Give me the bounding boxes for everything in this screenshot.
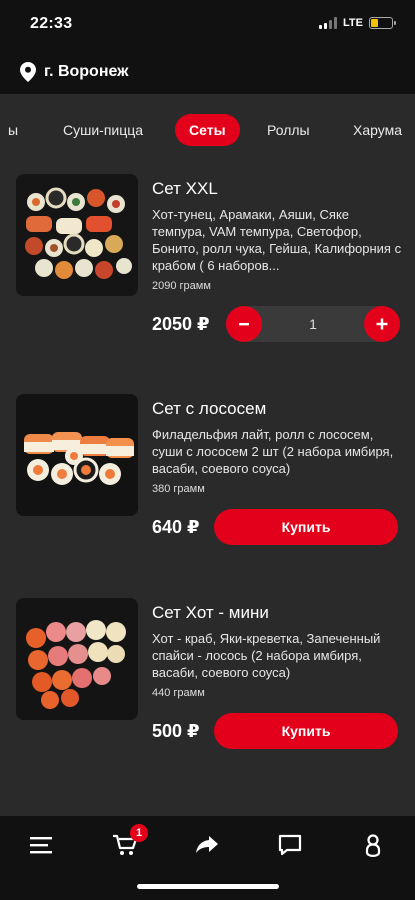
product-description: Филадельфия лайт, ролл с лососем, суши с… bbox=[152, 427, 394, 476]
product-price: 500 ₽ bbox=[152, 720, 200, 741]
decrease-button[interactable] bbox=[226, 306, 262, 342]
quantity-stepper: 1 bbox=[226, 306, 400, 342]
tab-previous[interactable]: ы bbox=[8, 114, 18, 146]
tab-sets[interactable]: Сеты bbox=[175, 114, 240, 146]
nav-share[interactable] bbox=[190, 830, 224, 860]
purchase-row: 640 ₽ Купить bbox=[152, 509, 402, 545]
status-bar: 22:33 LTE bbox=[0, 0, 415, 50]
purchase-row: 2050 ₽ 1 bbox=[152, 306, 402, 342]
increase-button[interactable] bbox=[364, 306, 400, 342]
product-weight: 2090 грамм bbox=[152, 280, 211, 292]
main-content[interactable]: ы Суши-пицца Сеты Роллы Харума Сет XXL Х… bbox=[0, 94, 415, 816]
purchase-row: 500 ₽ Купить bbox=[152, 713, 402, 749]
product-title: Сет XXL bbox=[152, 179, 218, 198]
share-icon bbox=[196, 836, 218, 853]
nav-menu[interactable] bbox=[24, 830, 58, 860]
home-indicator bbox=[137, 884, 279, 889]
nav-chat[interactable] bbox=[273, 830, 307, 860]
profile-icon bbox=[365, 834, 381, 858]
product-image[interactable] bbox=[16, 598, 138, 720]
product-title: Сет с лососем bbox=[152, 399, 267, 418]
tab-rolls[interactable]: Роллы bbox=[267, 114, 310, 146]
category-tabs: ы Суши-пицца Сеты Роллы Харума bbox=[0, 114, 415, 146]
product-image[interactable] bbox=[16, 394, 138, 516]
product-weight: 380 грамм bbox=[152, 483, 205, 495]
nav-profile[interactable] bbox=[356, 830, 390, 860]
battery-icon bbox=[369, 17, 396, 29]
cart-badge: 1 bbox=[130, 824, 148, 842]
product-description: Хот-тунец, Арамаки, Аяши, Сяке темпура, … bbox=[152, 207, 402, 273]
plus-icon bbox=[376, 318, 388, 330]
quantity-value: 1 bbox=[309, 316, 317, 332]
product-info: Сет с лососем Филадельфия лайт, ролл с л… bbox=[152, 394, 402, 545]
city-name: г. Воронеж bbox=[44, 63, 129, 80]
product-info: Сет XXL Хот-тунец, Арамаки, Аяши, Сяке т… bbox=[152, 174, 402, 342]
buy-button[interactable]: Купить bbox=[214, 509, 398, 545]
product-weight: 440 грамм bbox=[152, 687, 205, 699]
product-price: 2050 ₽ bbox=[152, 313, 210, 334]
nav-cart[interactable]: 1 bbox=[108, 824, 148, 860]
product-title: Сет Хот - мини bbox=[152, 603, 269, 622]
buy-button[interactable]: Купить bbox=[214, 713, 398, 749]
product-image[interactable] bbox=[16, 174, 138, 296]
tab-sushi-pizza[interactable]: Суши-пицца bbox=[63, 114, 143, 146]
network-label: LTE bbox=[343, 17, 363, 29]
tab-haruma[interactable]: Харума bbox=[353, 114, 402, 146]
chat-icon bbox=[278, 834, 302, 856]
menu-icon bbox=[30, 837, 52, 854]
location-pin-icon bbox=[20, 62, 36, 82]
product-info: Сет Хот - мини Хот - краб, Яки-креветка,… bbox=[152, 598, 402, 749]
city-selector[interactable]: г. Воронеж bbox=[0, 50, 415, 94]
product-price: 640 ₽ bbox=[152, 516, 200, 537]
minus-icon bbox=[239, 323, 249, 326]
product-description: Хот - краб, Яки-креветка, Запеченный спа… bbox=[152, 631, 381, 680]
status-time: 22:33 bbox=[30, 15, 73, 32]
signal-icon bbox=[319, 17, 338, 29]
status-indicators: LTE bbox=[319, 17, 396, 29]
